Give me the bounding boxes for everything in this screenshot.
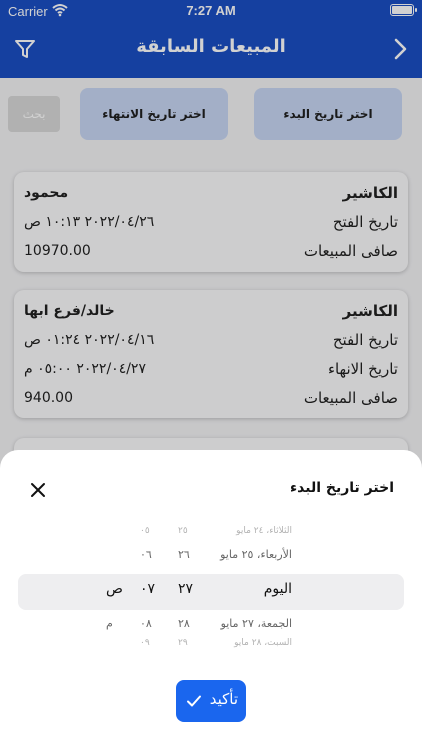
picker-ampm: م (106, 617, 113, 630)
picker-day: السبت، ٢٨ مايو (234, 638, 292, 648)
picker-minute: ٠٧ (140, 581, 156, 597)
picker-hour: ٢٦ (178, 548, 190, 561)
picker-row[interactable]: السبت، ٢٨ مايو ٢٩ ٠٩ (18, 638, 404, 650)
close-icon[interactable] (30, 482, 46, 498)
confirm-button[interactable]: تأكيد (176, 680, 246, 722)
picker-ampm: ص (106, 581, 123, 597)
sheet-title: اختر تاريخ البدء (290, 480, 394, 496)
picker-row[interactable]: الثلاثاء، ٢٤ مايو ٢٥ ٠٥ (18, 526, 404, 550)
picker-row-selected[interactable]: اليوم ٢٧ ٠٧ ص (18, 581, 404, 605)
picker-hour: ٢٧ (178, 581, 194, 597)
picker-row[interactable]: الأربعاء، ٢٥ مايو ٢٦ ٠٦ (18, 548, 404, 572)
check-icon (187, 695, 201, 707)
picker-minute: ٠٦ (140, 548, 152, 561)
picker-hour: ٢٨ (178, 617, 190, 630)
date-picker-sheet: اختر تاريخ البدء الثلاثاء، ٢٤ مايو ٢٥ ٠٥… (0, 450, 422, 750)
date-time-picker[interactable]: الثلاثاء، ٢٤ مايو ٢٥ ٠٥ الأربعاء، ٢٥ ماي… (18, 522, 404, 650)
picker-hour: ٢٩ (178, 638, 188, 648)
picker-hour: ٢٥ (178, 526, 188, 536)
picker-minute: ٠٨ (140, 617, 152, 630)
picker-day: الثلاثاء، ٢٤ مايو (236, 526, 292, 536)
picker-day: الجمعة، ٢٧ مايو (220, 617, 292, 630)
picker-minute: ٠٥ (140, 526, 150, 536)
picker-day: اليوم (263, 581, 292, 597)
picker-day: الأربعاء، ٢٥ مايو (220, 548, 292, 561)
picker-minute: ٠٩ (140, 638, 150, 648)
confirm-label: تأكيد (209, 690, 238, 708)
